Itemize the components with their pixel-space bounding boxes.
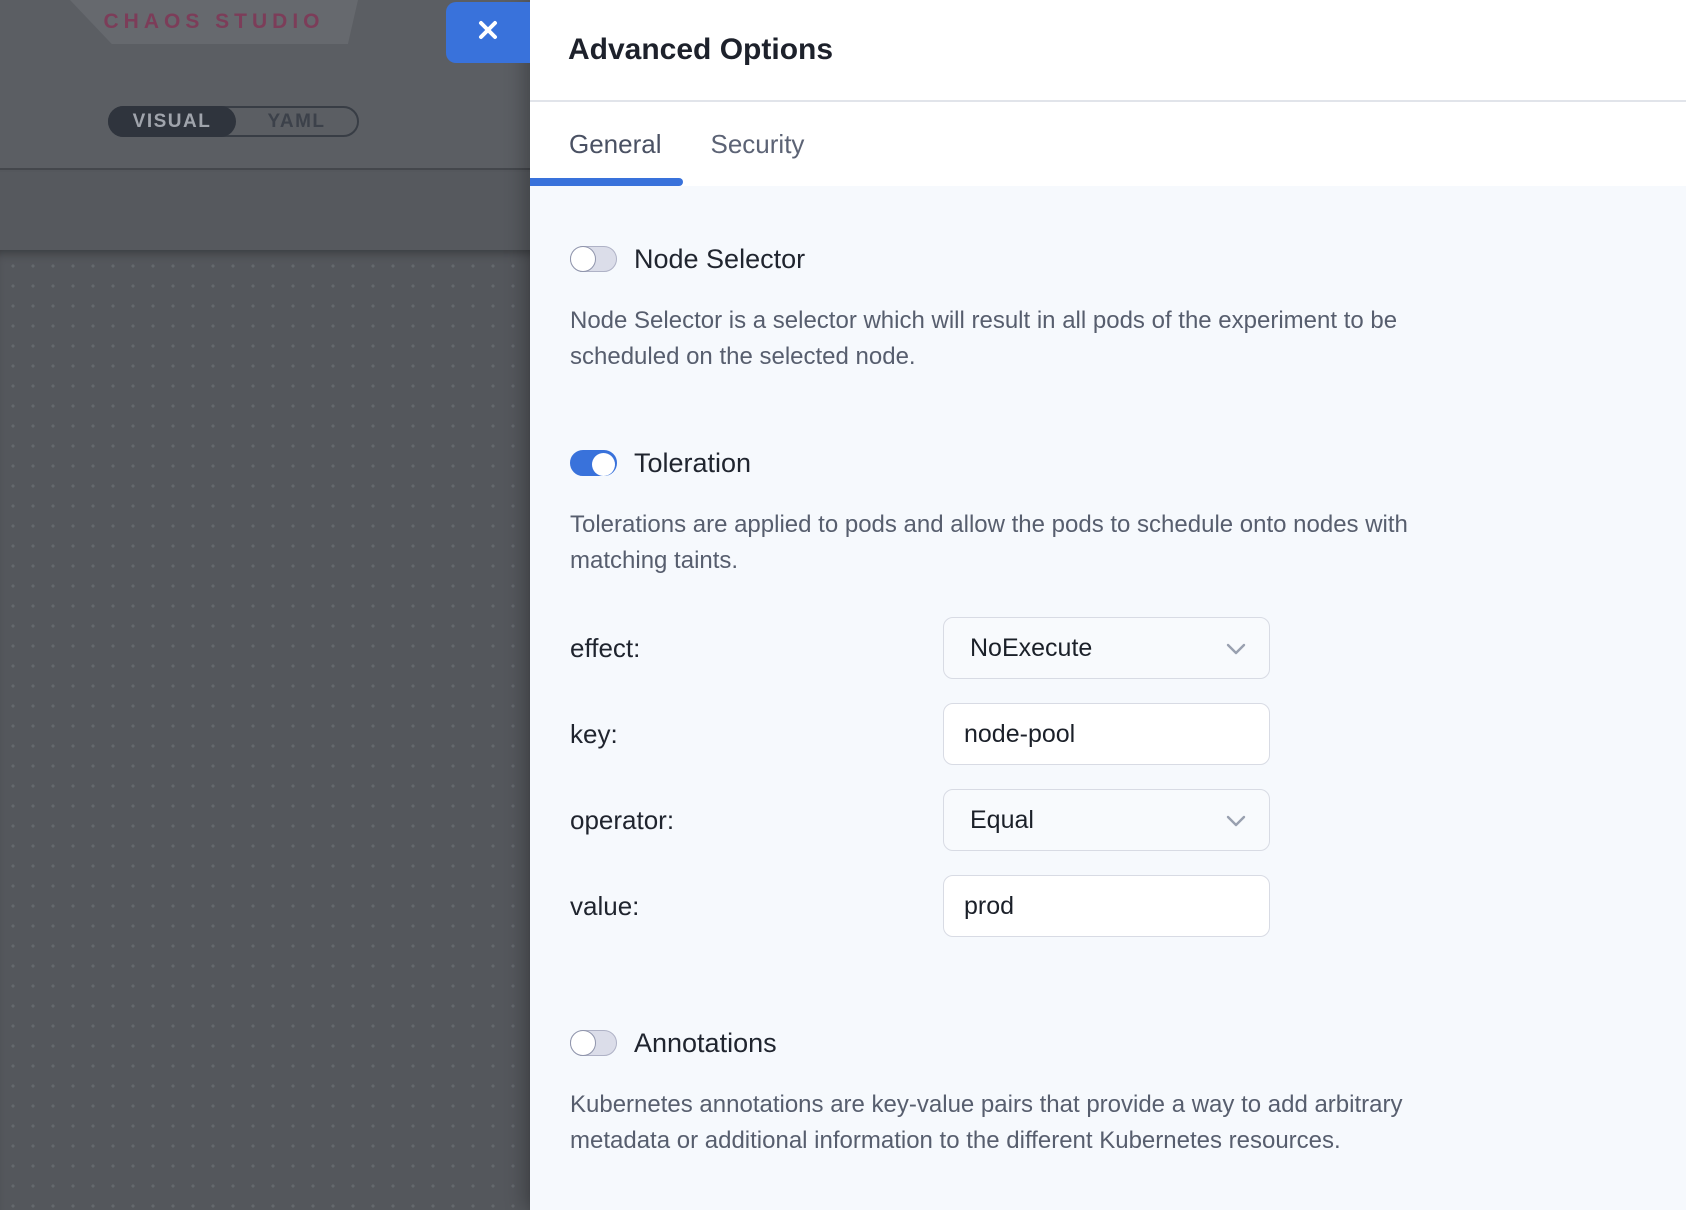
value-input[interactable]	[943, 875, 1270, 937]
effect-select-value: NoExecute	[970, 634, 1092, 663]
tab-bar: General Security	[530, 102, 1686, 186]
annotations-description: Kubernetes annotations are key-value pai…	[570, 1087, 1606, 1159]
value-field-label: value:	[570, 891, 943, 922]
toggle-knob	[570, 246, 596, 272]
tab-general[interactable]: General	[569, 129, 662, 160]
drawer-header: Advanced Options	[530, 0, 1686, 102]
background-app: CHAOS STUDIO VISUAL YAML	[0, 0, 530, 1210]
screen: CHAOS STUDIO VISUAL YAML Advanced Option…	[0, 0, 1686, 1210]
tab-security[interactable]: Security	[711, 129, 805, 160]
key-input[interactable]	[943, 703, 1270, 765]
description-line: Tolerations are applied to pods and allo…	[570, 507, 1606, 543]
effect-field-row: effect: NoExecute	[570, 617, 1606, 679]
effect-field-label: effect:	[570, 633, 943, 664]
description-line: scheduled on the selected node.	[570, 339, 1606, 375]
general-tab-panel: Node Selector Node Selector is a selecto…	[530, 186, 1686, 1210]
node-selector-toggle[interactable]	[570, 246, 617, 272]
node-selector-label: Node Selector	[634, 244, 805, 275]
toleration-label: Toleration	[634, 448, 751, 479]
operator-select[interactable]: Equal	[943, 789, 1270, 851]
annotations-toggle[interactable]	[570, 1030, 617, 1056]
close-icon	[473, 15, 503, 50]
advanced-options-drawer: Advanced Options General Security Node S…	[530, 0, 1686, 1210]
node-selector-row: Node Selector	[570, 245, 1606, 273]
toggle-knob	[592, 453, 615, 476]
toggle-knob	[570, 1030, 596, 1056]
description-line: Kubernetes annotations are key-value pai…	[570, 1087, 1606, 1123]
chevron-down-icon	[1225, 634, 1247, 663]
description-line: metadata or additional information to th…	[570, 1123, 1606, 1159]
operator-field-row: operator: Equal	[570, 789, 1606, 851]
active-tab-indicator	[530, 178, 683, 186]
operator-select-value: Equal	[970, 806, 1034, 835]
experiment-canvas	[0, 250, 530, 1210]
description-line: matching taints.	[570, 543, 1606, 579]
visual-mode-button[interactable]: VISUAL	[108, 106, 236, 137]
toleration-description: Tolerations are applied to pods and allo…	[570, 507, 1606, 579]
yaml-mode-button[interactable]: YAML	[236, 108, 357, 135]
toleration-row: Toleration	[570, 449, 1606, 477]
description-line: Node Selector is a selector which will r…	[570, 303, 1606, 339]
operator-field-label: operator:	[570, 805, 943, 836]
chevron-down-icon	[1225, 806, 1247, 835]
key-field-row: key:	[570, 703, 1606, 765]
background-toolbar	[0, 172, 530, 250]
chaos-studio-banner: CHAOS STUDIO	[70, 0, 358, 44]
toleration-form: effect: NoExecute key: operator:	[570, 617, 1606, 937]
close-button[interactable]	[446, 2, 530, 63]
effect-select[interactable]: NoExecute	[943, 617, 1270, 679]
view-mode-toggle[interactable]: VISUAL YAML	[108, 106, 359, 137]
key-field-label: key:	[570, 719, 943, 750]
app-title: CHAOS STUDIO	[103, 10, 324, 34]
value-field-row: value:	[570, 875, 1606, 937]
annotations-label: Annotations	[634, 1028, 777, 1059]
annotations-row: Annotations	[570, 1029, 1606, 1057]
drawer-title: Advanced Options	[568, 33, 833, 67]
toleration-toggle[interactable]	[570, 450, 617, 476]
node-selector-description: Node Selector is a selector which will r…	[570, 303, 1606, 375]
